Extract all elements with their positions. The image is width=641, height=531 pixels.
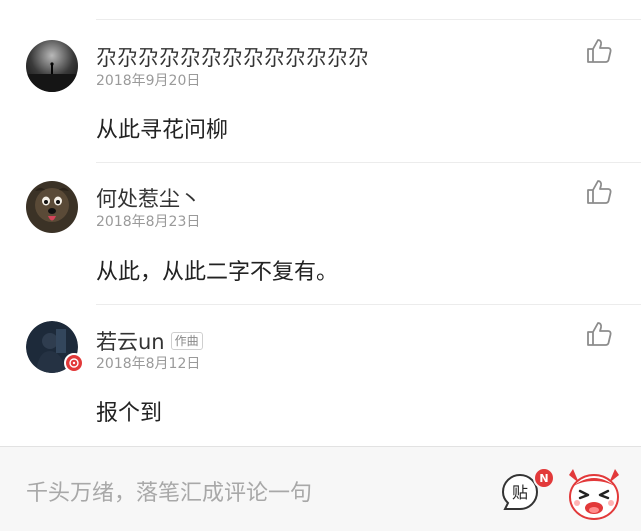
comment-author[interactable]: 若云un — [96, 326, 165, 356]
like-button[interactable] — [584, 177, 614, 207]
comment-text: 报个到 — [96, 401, 163, 426]
thumbs-up-icon — [587, 180, 612, 204]
avatar-image — [26, 181, 78, 233]
like-button[interactable] — [584, 319, 614, 349]
thumbs-up-icon — [587, 39, 612, 63]
comment-author[interactable]: 尕尕尕尕尕尕尕尕尕尕尕尕尕 — [96, 42, 369, 72]
comment-text: 从此，从此二字不复有。 — [96, 260, 339, 285]
avatar-image — [26, 40, 78, 92]
verified-musician-badge — [64, 353, 84, 373]
like-button[interactable] — [584, 36, 614, 66]
divider — [96, 162, 641, 163]
emoji-face-icon — [569, 469, 619, 520]
comment-author[interactable]: 何处惹尘丶 — [96, 183, 201, 213]
comment-date: 2018年8月23日 — [96, 214, 201, 230]
emoji-button[interactable] — [563, 465, 625, 523]
comment-input-bar: 贴 N — [0, 446, 641, 531]
comment-input[interactable] — [26, 475, 476, 511]
comment-date: 2018年8月12日 — [96, 356, 201, 372]
music-note-icon — [69, 358, 79, 368]
avatar[interactable] — [26, 321, 84, 373]
divider — [96, 19, 641, 20]
divider — [96, 304, 641, 305]
post-label: 贴 — [512, 483, 528, 502]
thumbs-up-icon — [587, 322, 612, 346]
comment-text: 从此寻花问柳 — [96, 118, 229, 143]
avatar[interactable] — [26, 40, 78, 92]
avatar[interactable] — [26, 181, 78, 233]
new-badge: N — [533, 467, 555, 489]
comment-date: 2018年9月20日 — [96, 73, 201, 89]
role-tag: 作曲 — [170, 332, 203, 350]
